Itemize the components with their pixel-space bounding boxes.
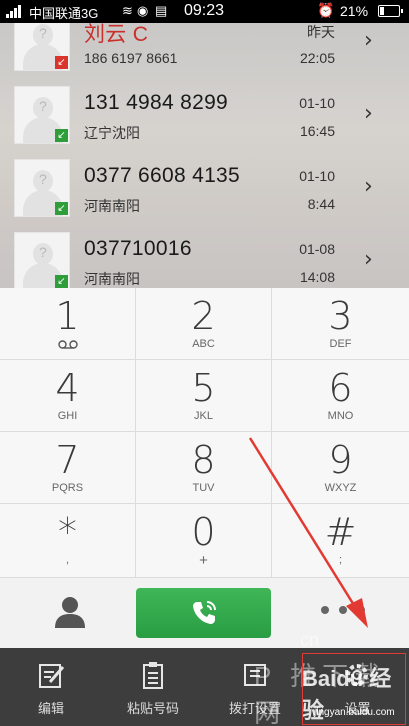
call-date: 昨天 bbox=[307, 24, 335, 40]
chevron-right-icon[interactable]: › bbox=[364, 101, 373, 126]
call-location: 河南南阳 bbox=[84, 271, 140, 287]
call-log-item[interactable]: ? ↙ 刘云 C 186 6197 8661 昨天 22:05 › bbox=[0, 23, 409, 81]
battery-percent: 21% bbox=[340, 3, 369, 19]
clock-time: 09:23 bbox=[184, 2, 225, 19]
alarm-icon: ⏰ bbox=[317, 2, 335, 18]
call-number: 037710016 bbox=[84, 237, 192, 260]
call-number: 131 4984 8299 bbox=[84, 91, 229, 114]
call-time: 8:44 bbox=[307, 196, 335, 212]
call-log-item[interactable]: ? ↙ 037710016 河南南阳 01-08 14:08 › bbox=[0, 227, 409, 288]
more-options-button[interactable] bbox=[315, 600, 375, 620]
contacts-icon[interactable] bbox=[50, 592, 90, 632]
call-location: 辽宁沈阳 bbox=[84, 125, 140, 141]
dial-key-6[interactable]: 6 MNO bbox=[272, 360, 409, 432]
contact-avatar: ? ↙ bbox=[14, 23, 70, 71]
incoming-call-icon: ↙ bbox=[55, 129, 68, 142]
call-date: 01-10 bbox=[299, 95, 335, 111]
incoming-call-icon: ↙ bbox=[55, 202, 68, 215]
status-bar: 中国联通3G ≋ ◉ ▤ 09:23 ⏰ 21% bbox=[0, 0, 409, 23]
incoming-call-icon: ↙ bbox=[55, 275, 68, 288]
chevron-right-icon[interactable]: › bbox=[364, 247, 373, 272]
call-time: 14:08 bbox=[299, 269, 335, 285]
dial-key-7[interactable]: 7 PQRS bbox=[0, 432, 136, 504]
contact-avatar: ? ↙ bbox=[14, 232, 70, 288]
missed-call-icon: ↙ bbox=[55, 56, 68, 69]
watermark-site-suffix: cn bbox=[300, 630, 320, 650]
battery-icon bbox=[378, 5, 403, 17]
call-number: 刘云 C bbox=[84, 23, 149, 46]
signal-strength-icon bbox=[6, 5, 24, 18]
chevron-right-icon[interactable]: › bbox=[364, 28, 373, 53]
wifi-icon: ≋ bbox=[122, 3, 133, 18]
voicemail-icon bbox=[58, 340, 78, 349]
dial-key-0[interactable]: 0 + bbox=[136, 504, 272, 578]
edit-button[interactable]: 编辑 bbox=[0, 648, 102, 726]
carrier-name: 中国联通3G bbox=[29, 6, 99, 21]
download-icon: ▤ bbox=[155, 3, 168, 18]
call-button[interactable] bbox=[136, 588, 271, 638]
contact-avatar: ? ↙ bbox=[14, 86, 70, 144]
dial-key-2[interactable]: 2 ABC bbox=[136, 288, 272, 360]
paste-icon bbox=[143, 662, 163, 689]
dialer-action-row bbox=[0, 578, 409, 648]
call-time: 16:45 bbox=[299, 123, 335, 139]
call-log-item[interactable]: ? ↙ 131 4984 8299 辽宁沈阳 01-10 16:45 › bbox=[0, 81, 409, 154]
call-date: 01-10 bbox=[299, 168, 335, 184]
contact-avatar: ? ↙ bbox=[14, 159, 70, 217]
dial-key-5[interactable]: 5 JKL bbox=[136, 360, 272, 432]
call-date: 01-08 bbox=[299, 241, 335, 257]
call-log-item[interactable]: ? ↙ 0377 6608 4135 河南南阳 01-10 8:44 › bbox=[0, 154, 409, 227]
call-time: 22:05 bbox=[299, 50, 335, 66]
call-location: 河南南阳 bbox=[84, 198, 140, 214]
paste-number-button[interactable]: 粘贴号码 bbox=[102, 648, 204, 726]
edit-icon bbox=[39, 664, 65, 688]
dial-key-3[interactable]: 3 DEF bbox=[272, 288, 409, 360]
dialpad: 1 2 ABC 3 DEF 4 GHI 5 JKL 6 MNO 7 PQRS 8… bbox=[0, 288, 409, 578]
call-log-list[interactable]: ? ↙ 刘云 C 186 6197 8661 昨天 22:05 › ? ↙ 13… bbox=[0, 23, 409, 288]
dial-key-4[interactable]: 4 GHI bbox=[0, 360, 136, 432]
dial-key-9[interactable]: 9 WXYZ bbox=[272, 432, 409, 504]
dial-key-star[interactable]: * , bbox=[0, 504, 136, 578]
phone-call-icon bbox=[192, 601, 216, 624]
dial-key-1[interactable]: 1 bbox=[0, 288, 136, 360]
highlight-box bbox=[302, 653, 406, 725]
call-number: 0377 6608 4135 bbox=[84, 164, 241, 187]
sync-icon: ◉ bbox=[137, 3, 149, 18]
dial-key-8[interactable]: 8 TUV bbox=[136, 432, 272, 504]
chevron-right-icon[interactable]: › bbox=[364, 174, 373, 199]
dial-key-hash[interactable]: # ; bbox=[272, 504, 409, 578]
call-location: 186 6197 8661 bbox=[84, 50, 178, 66]
